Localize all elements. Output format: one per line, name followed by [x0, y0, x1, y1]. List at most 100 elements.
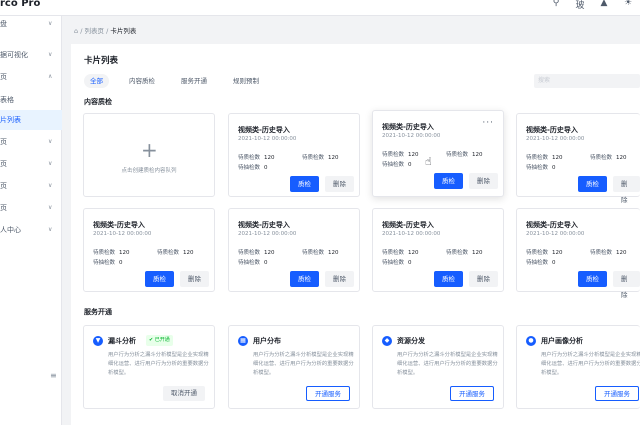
add-quality-card[interactable]: + 点击创建质检内容队列	[83, 113, 215, 197]
collapse-menu-icon[interactable]: ≡	[50, 371, 57, 380]
user-portrait-icon: ●	[526, 336, 536, 346]
plus-icon: +	[141, 138, 158, 162]
pending-count-2: 待质检数 120	[446, 150, 483, 158]
card-title: 视频类-历史导入	[238, 126, 290, 134]
extract-count: 待抽检数 0	[238, 258, 268, 266]
open-service-button[interactable]: 开通服务	[595, 386, 639, 401]
pending-count: 待质检数 120	[526, 153, 563, 161]
status-badge: ✔ 已开通	[146, 335, 173, 346]
inspect-button[interactable]: 质检	[145, 271, 174, 287]
breadcrumb-separator: /	[106, 27, 109, 35]
status-badge-label: 已开通	[154, 337, 170, 343]
card-date: 2021-10-12 00:00:00	[526, 136, 585, 142]
inspect-button[interactable]: 质检	[578, 176, 607, 192]
extract-label: 待抽检数	[526, 260, 549, 266]
section-title-service: 服务开通	[84, 308, 112, 316]
card-date: 2021-10-12 00:00:00	[238, 231, 297, 237]
app-logo-title: rco Pro	[0, 0, 41, 9]
service-card-portrait: ● 用户画像分析 用户行为分析之漏斗分析模型是企业实现精细化运营、进行用户行为分…	[516, 325, 640, 409]
sidebar-item-dashboard[interactable]: 盘 ∨	[0, 14, 62, 34]
inspect-button[interactable]: 质检	[578, 271, 607, 287]
delete-button[interactable]: 删除	[325, 176, 354, 192]
delete-button[interactable]: 删除	[180, 271, 209, 287]
extract-count: 待抽检数 0	[93, 258, 123, 266]
pending-count: 待质检数 120	[382, 150, 419, 158]
breadcrumb-separator: /	[80, 27, 83, 35]
tab-all[interactable]: 全部	[84, 74, 109, 88]
card-date: 2021-10-12 00:00:00	[238, 136, 297, 142]
sidebar-item-label: 人中心	[0, 226, 21, 234]
quality-card: 视频类-历史导入 2021-10-12 00:00:00 待质检数 120 待质检…	[516, 113, 640, 204]
extract-count: 待抽检数 0	[382, 160, 412, 168]
language-icon[interactable]: 玻	[568, 0, 592, 11]
sidebar-item-list-page[interactable]: 页 ∧	[0, 67, 62, 87]
sidebar-item-label: 据可视化	[0, 51, 28, 59]
more-options-icon[interactable]: ···	[482, 118, 494, 128]
open-service-button[interactable]: 开通服务	[450, 386, 494, 401]
inspect-button[interactable]: 质检	[434, 271, 463, 287]
pending-label: 待质检数	[590, 250, 613, 256]
inspect-button[interactable]: 质检	[290, 176, 319, 192]
notification-icon[interactable]: ▲	[592, 0, 616, 11]
inspect-button[interactable]: 质检	[290, 271, 319, 287]
chevron-down-icon: ∨	[48, 204, 53, 211]
open-service-button[interactable]: 开通服务	[306, 386, 350, 401]
extract-label: 待抽检数	[238, 165, 261, 171]
sidebar-item-exception-page[interactable]: 页 ∨	[0, 198, 62, 218]
delete-button[interactable]: 删除	[469, 271, 498, 287]
pending-label: 待质检数	[302, 155, 325, 161]
inspect-button[interactable]: 质检	[434, 173, 463, 189]
tab-service[interactable]: 服务开通	[175, 74, 213, 88]
tab-quality[interactable]: 内容质检	[123, 74, 161, 88]
service-name: 资源分发	[397, 337, 425, 345]
pending-count: 待质检数 120	[526, 248, 563, 256]
sidebar: 盘 ∨ 据可视化 ∨ 页 ∧ 表格 片列表 页 ∨ 页 ∨ 页 ∨ 页 ∨ 人中心 ∨ ≡	[0, 16, 62, 425]
extract-count: 待抽检数 0	[238, 163, 268, 171]
delete-button[interactable]: 删除	[325, 271, 354, 287]
extract-label: 待抽检数	[382, 260, 405, 266]
home-icon[interactable]: ⌂	[74, 27, 78, 35]
card-title: 视频类-历史导入	[382, 123, 434, 131]
pending-label: 待质检数	[238, 250, 261, 256]
quality-card-hovered: 视频类-历史导入 2021-10-12 00:00:00 ··· 待质检数 120…	[372, 110, 504, 197]
sidebar-item-user-center[interactable]: 人中心 ∨	[0, 220, 62, 240]
delete-button[interactable]: 删除	[613, 271, 640, 299]
section-title-quality: 内容质检	[84, 98, 112, 106]
extract-value: 0	[119, 260, 123, 266]
pending-label: 待质检数	[382, 152, 405, 158]
sidebar-item-table[interactable]: 表格	[0, 90, 62, 110]
sidebar-item-result-page[interactable]: 页 ∨	[0, 176, 62, 196]
sidebar-item-profile-page[interactable]: 页 ∨	[0, 154, 62, 174]
pending-label: 待质检数	[446, 152, 469, 158]
delete-button[interactable]: 删除	[469, 173, 498, 189]
pending-value: 120	[472, 152, 483, 158]
breadcrumb-root[interactable]: 列表页	[85, 27, 105, 35]
theme-icon[interactable]: ☀	[616, 0, 640, 11]
cancel-service-button[interactable]: 取消开通	[163, 386, 205, 401]
card-title: 视频类-历史导入	[382, 221, 434, 229]
pending-value: 120	[328, 155, 339, 161]
funnel-icon: ▼	[93, 336, 103, 346]
extract-value: 0	[264, 260, 268, 266]
extract-value: 0	[264, 165, 268, 171]
sidebar-item-card-list[interactable]: 片列表	[0, 110, 62, 130]
sidebar-item-visualization[interactable]: 据可视化 ∨	[0, 45, 62, 65]
pending-value: 120	[408, 250, 419, 256]
sidebar-item-label: 页	[0, 204, 7, 212]
card-date: 2021-10-12 00:00:00	[382, 133, 441, 139]
tab-rules[interactable]: 规则预制	[227, 74, 265, 88]
search-icon[interactable]: ⚲	[544, 0, 568, 11]
pending-value: 120	[616, 250, 627, 256]
chevron-down-icon: ∨	[48, 182, 53, 189]
resource-icon: ◆	[382, 336, 392, 346]
search-input[interactable]: 搜索	[534, 74, 640, 88]
quality-card: 视频类-历史导入 2021-10-12 00:00:00 待质检数 120 待质检…	[83, 208, 215, 292]
delete-button[interactable]: 删除	[613, 176, 640, 204]
extract-label: 待抽检数	[93, 260, 116, 266]
card-date: 2021-10-12 00:00:00	[382, 231, 441, 237]
sidebar-item-form-page[interactable]: 页 ∨	[0, 132, 62, 152]
pending-count-2: 待质检数 120	[446, 248, 483, 256]
pending-count-2: 待质检数 120	[302, 153, 339, 161]
quality-card: 视频类-历史导入 2021-10-12 00:00:00 待质检数 120 待质检…	[228, 208, 360, 292]
chevron-up-icon: ∧	[48, 73, 53, 80]
